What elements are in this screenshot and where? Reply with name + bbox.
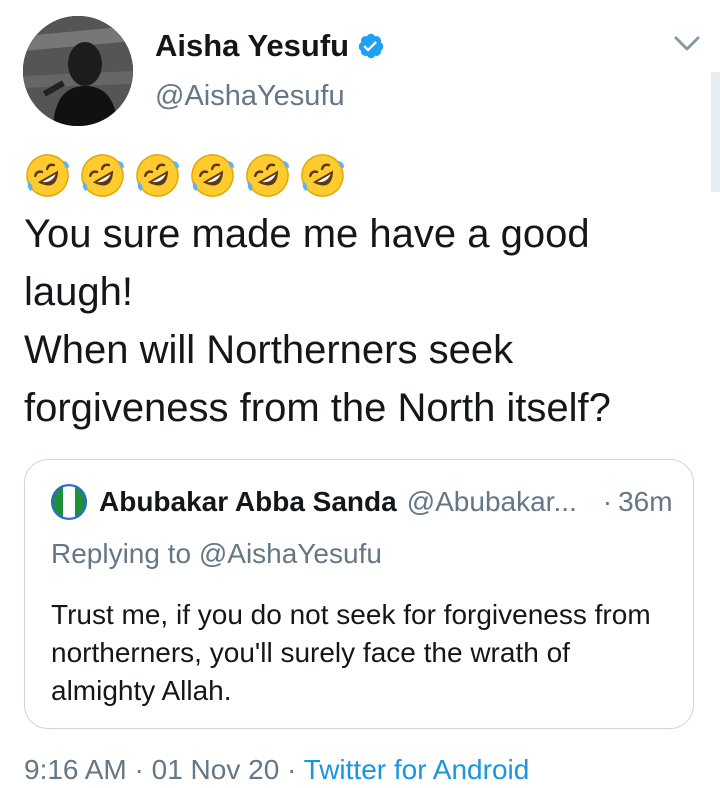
nigeria-flag-icon (51, 484, 87, 520)
quoted-timestamp[interactable]: 36m (618, 486, 672, 518)
quoted-tweet-text: Trust me, if you do not seek for forgive… (51, 599, 651, 706)
timestamp-separator-2: · (287, 754, 297, 785)
quoted-author-handle[interactable]: @Abubakar... (407, 486, 577, 518)
chevron-down-icon[interactable] (672, 32, 702, 56)
tweet-time[interactable]: 9:16 AM (24, 754, 127, 785)
scrollbar[interactable] (711, 72, 720, 192)
replying-to-label[interactable]: Replying to @AishaYesufu (51, 538, 382, 570)
rolling-on-the-floor-laughing-emoji (26, 154, 70, 197)
quoted-tweet-card[interactable]: Abubakar Abba Sanda @Abubakar... · 36m R… (24, 459, 694, 729)
tweet-source-link[interactable]: Twitter for Android (304, 754, 530, 785)
tweet-date[interactable]: 01 Nov 20 (152, 754, 280, 785)
profile-photo-icon (23, 16, 133, 126)
quoted-tweet-header: Abubakar Abba Sanda @Abubakar... · 36m (51, 484, 673, 520)
tweet-text: You sure made me have a good laugh! When… (24, 212, 611, 430)
author-display-name[interactable]: Aisha Yesufu (155, 28, 349, 64)
author-avatar[interactable] (23, 16, 133, 126)
rolling-on-the-floor-laughing-emoji (136, 154, 180, 197)
rolling-on-the-floor-laughing-emoji (301, 154, 345, 197)
rolling-on-the-floor-laughing-emoji (246, 154, 290, 197)
emoji-row (24, 152, 346, 199)
author-display-name-row[interactable]: Aisha Yesufu (155, 28, 385, 64)
quoted-author-name[interactable]: Abubakar Abba Sanda (99, 486, 397, 518)
author-handle[interactable]: @AishaYesufu (155, 80, 345, 113)
rolling-on-the-floor-laughing-emoji (81, 154, 125, 197)
tweet-timestamp-row: 9:16 AM · 01 Nov 20 · Twitter for Androi… (24, 754, 529, 786)
quoted-author-avatar[interactable] (51, 484, 87, 520)
timestamp-separator-1: · (134, 754, 144, 785)
verified-badge-icon (358, 33, 384, 59)
rolling-on-the-floor-laughing-emoji (191, 154, 235, 197)
quoted-separator-dot: · (602, 486, 613, 517)
